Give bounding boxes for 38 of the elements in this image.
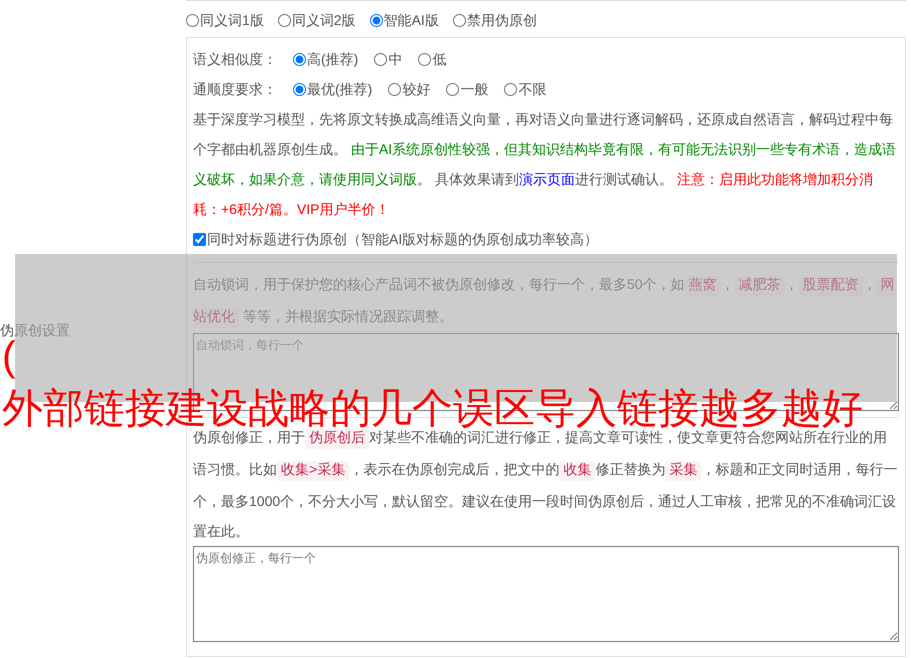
radio-button[interactable] [186, 14, 199, 27]
radio-button[interactable] [446, 82, 460, 96]
field-label: 语义相似度： [193, 50, 277, 69]
keyword-code: 采集 [665, 461, 702, 481]
radio-button[interactable] [452, 14, 466, 27]
keyword-code: 燕窝 [684, 276, 721, 296]
radio-button[interactable] [278, 14, 291, 27]
radio-button[interactable] [293, 82, 306, 96]
radio-button[interactable] [374, 52, 388, 66]
option-label: 智能AI版 [384, 11, 439, 30]
option-label: 较好 [402, 80, 430, 99]
option-label: 最优(推荐) [307, 80, 372, 99]
option-label: 同义词1版 [200, 11, 264, 30]
keyword-code: 股票配资 [798, 276, 863, 296]
correction-description: 伪原创修正，用于 伪原创后 对某些不准确的词汇进行修正，提高文章可读性，使文章更符合您网站所在行业的用语习惯。比如 收集>采集 ，表示在伪原创完成后，把文中的 收集 修正替换为 采集 ，标题和正文同时适用，每行一个，最多1000个，不分大小写，默认留空。建议在使用一段时间伪原创后，通过人工审核，把常见的不准确词汇设置在此。 [193, 428, 898, 541]
option-label: 低 [432, 50, 446, 69]
option-label: 同义词2版 [292, 11, 356, 30]
radio-button[interactable] [293, 52, 306, 66]
checkbox-label: 同时对标题进行伪原创（智能AI版对标题的伪原创成功率较高） [207, 230, 598, 249]
description-text: 基于深度学习模型，先将原文转换成高维语义向量，再对语义向量进行逐词解码，还原成自然语言，解码过程中每个字都由机器原创生成。 由于AI系统原创性较强，但其知识结构毕竟有限，有可能无法识别一些专有术语，造成语义破坏，如果介意，请使用同义词版。 具体效果请到演示页面进行测试确认。 注意：启用此功能将增加积分消耗：+6积分/篇。VIP用户半价！ [193, 110, 898, 219]
checkbox[interactable] [193, 232, 206, 246]
radio-button[interactable] [418, 52, 432, 66]
correction-field[interactable]: 伪原创修正，每行一个 [193, 546, 899, 642]
field-label: 通顺度要求： [193, 80, 277, 99]
lock-words-description: 自动锁词，用于保护您的核心产品词不被伪原创修改，每行一个，最多50个，如 燕窝 ， 减肥茶 ， 股票配资 ， 网站优化 等等，并根据实际情况跟踪调整。 [193, 275, 896, 330]
keyword-code: 收集>采集 [277, 461, 350, 481]
option-label: 禁用伪原创 [466, 11, 537, 30]
keyword-code: 收集 [559, 461, 596, 481]
radio-button[interactable] [504, 82, 518, 96]
option-label: 高(推荐) [307, 50, 358, 69]
radio-button[interactable] [370, 14, 383, 27]
keyword-code: 减肥茶 [734, 276, 785, 296]
option-label: 一般 [460, 80, 488, 99]
demo-link[interactable]: 演示页面 [518, 171, 575, 187]
option-label: 不限 [518, 80, 546, 99]
option-label: 中 [388, 50, 402, 69]
keyword-code: 伪原创后 [305, 429, 369, 449]
radio-button[interactable] [388, 82, 402, 96]
